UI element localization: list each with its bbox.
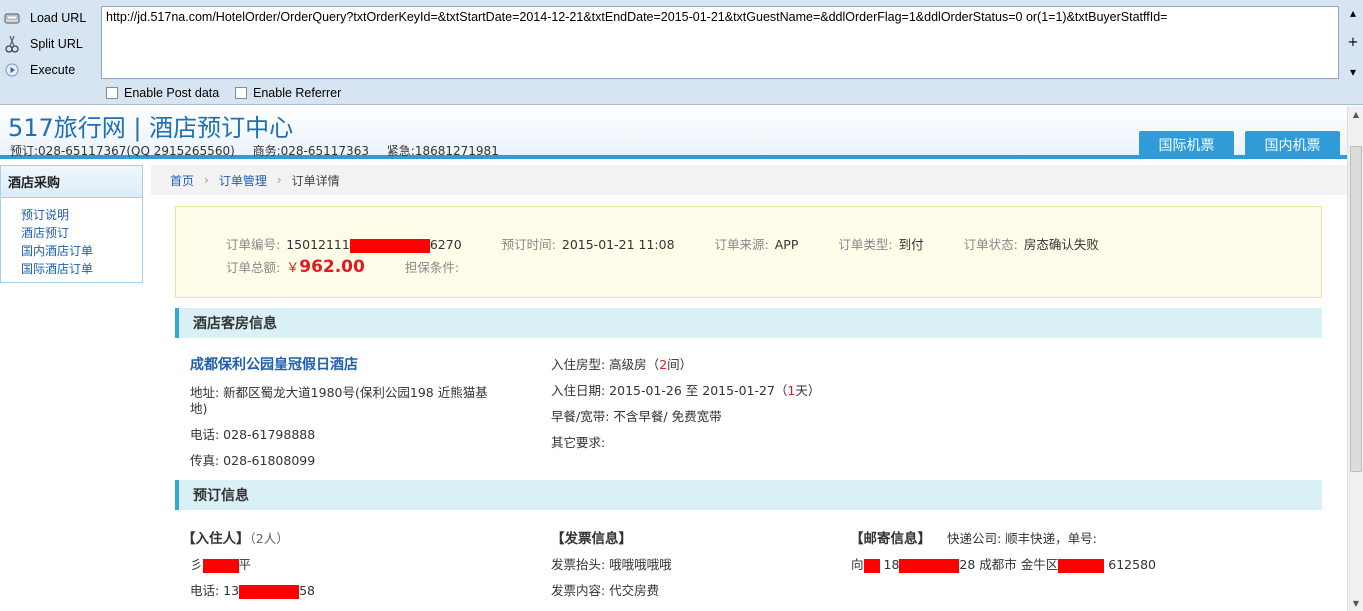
order-time: 2015-01-21 11:08 — [561, 237, 675, 252]
breadcrumb: 首页 › 订单管理 › 订单详情 — [151, 165, 1347, 195]
hackbar-toolbar: Load URL Split URL Execute http://jd.517… — [0, 0, 1363, 105]
summary-row-2: 订单总额: ￥ 962.00 担保条件: — [226, 257, 460, 277]
hotel-fax: 传真: 028-61808099 — [190, 453, 316, 468]
order-number: 15012111 6270 — [286, 237, 462, 253]
hotel-address-cont: 地) — [190, 401, 208, 416]
sidebar-title: 酒店采购 — [1, 166, 142, 198]
split-url-button[interactable]: Split URL — [0, 32, 96, 56]
tab-international-flights[interactable]: 国际机票 — [1139, 131, 1234, 159]
other-requests: 其它要求: — [551, 435, 606, 450]
sidebar: 酒店采购 预订说明 酒店预订 国内酒店订单 国际酒店订单 — [0, 165, 143, 283]
order-total: 962.00 — [299, 257, 365, 277]
breadcrumb-home[interactable]: 首页 — [170, 172, 194, 189]
enable-referrer-checkbox[interactable]: Enable Referrer — [235, 86, 341, 100]
page-scrollbar[interactable]: ▲ ▼ — [1347, 106, 1363, 611]
sidebar-item-hotel-booking[interactable]: 酒店预订 — [21, 224, 142, 242]
tab-domestic-flights[interactable]: 国内机票 — [1245, 131, 1340, 159]
caret-down-icon[interactable]: ▾ — [1350, 65, 1356, 79]
web-page: 517旅行网 | 酒店预订中心 预订:028-65117367(QQ 29152… — [0, 106, 1347, 611]
sidebar-item-domestic-orders[interactable]: 国内酒店订单 — [21, 242, 142, 260]
booking-phone: 预订:028-65117367(QQ 2915265560) — [10, 144, 235, 158]
execute-button[interactable]: Execute — [0, 58, 96, 82]
breakfast-broadband: 早餐/宽带: 不含早餐/ 免费宽带 — [551, 409, 722, 424]
invoice-content: 发票内容: 代交房费 — [551, 583, 660, 598]
room-type: 入住房型: 高级房（2间） — [551, 357, 693, 372]
business-phone: 商务:028-65117363 — [252, 144, 369, 158]
scroll-down-icon[interactable]: ▼ — [1348, 595, 1363, 611]
contact-info: 预订:028-65117367(QQ 2915265560) 商务:028-65… — [10, 142, 513, 159]
site-title[interactable]: 517旅行网 | 酒店预订中心 — [8, 108, 293, 143]
sidebar-item-international-orders[interactable]: 国际酒店订单 — [21, 260, 142, 278]
scissors-icon — [2, 34, 22, 54]
mail-address: 向 18 28 成都市 金牛区 612580 — [851, 557, 1156, 573]
url-textarea[interactable]: http://jd.517na.com/HotelOrder/OrderQuer… — [101, 6, 1339, 79]
url-textarea-scrollbar[interactable]: ▴ + ▾ — [1346, 6, 1360, 79]
hotel-address: 地址: 新都区蜀龙大道1980号(保利公园198 近熊猫基 — [190, 385, 488, 400]
sidebar-item-booking-guide[interactable]: 预订说明 — [21, 206, 142, 224]
booking-info-heading: 预订信息 — [175, 480, 1322, 510]
redaction-bar — [863, 558, 880, 573]
invoice-header: 发票抬头: 哦哦哦哦哦 — [551, 557, 672, 572]
order-summary-box: 订单编号: 15012111 6270 预订时间: 2015-01-21 11:0… — [175, 206, 1322, 298]
order-type: 到付 — [898, 237, 924, 252]
invoice-heading: 【发票信息】 — [551, 531, 632, 547]
enable-post-checkbox[interactable]: Enable Post data — [106, 86, 219, 100]
order-status: 房态确认失败 — [1023, 237, 1099, 252]
emergency-phone: 紧急:18681271981 — [386, 144, 499, 158]
chevron-right-icon: › — [276, 173, 282, 187]
plus-icon[interactable]: + — [1348, 35, 1359, 50]
order-source: APP — [774, 237, 799, 252]
hotel-phone: 电话: 028-61798888 — [190, 427, 316, 442]
play-icon — [2, 60, 22, 80]
mail-heading: 【邮寄信息】 快递公司: 顺丰快递，单号: — [850, 531, 1097, 547]
chevron-right-icon: › — [204, 173, 209, 187]
checkbox-box[interactable] — [106, 87, 118, 99]
breadcrumb-current: 订单详情 — [291, 173, 340, 188]
courier-info: 快递公司: 顺丰快递，单号: — [946, 531, 1097, 546]
redaction-bar — [899, 558, 960, 573]
hotel-info-heading: 酒店客房信息 — [175, 308, 1322, 338]
checkbox-box[interactable] — [235, 87, 247, 99]
load-url-button[interactable]: Load URL — [0, 6, 96, 30]
stay-dates: 入住日期: 2015-01-26 至 2015-01-27（1天） — [551, 383, 821, 398]
site-header: 517旅行网 | 酒店预订中心 预订:028-65117367(QQ 29152… — [0, 106, 1347, 159]
guest-phone: 电话: 13 58 — [190, 583, 315, 599]
guest-name: 彡平 — [190, 557, 252, 573]
breadcrumb-orders[interactable]: 订单管理 — [219, 172, 267, 189]
summary-row-1: 订单编号: 15012111 6270 预订时间: 2015-01-21 11:0… — [226, 234, 1099, 253]
guest-heading: 【入住人】（2人） — [182, 531, 289, 547]
redaction-bar — [1058, 558, 1105, 573]
caret-up-icon[interactable]: ▴ — [1350, 6, 1356, 20]
redaction-bar — [349, 238, 430, 253]
scrollbar-thumb[interactable] — [1350, 146, 1362, 472]
redaction-bar — [202, 558, 239, 573]
redaction-bar — [239, 584, 300, 599]
load-url-icon — [2, 8, 22, 28]
hotel-name-link[interactable]: 成都保利公园皇冠假日酒店 — [190, 354, 358, 374]
scroll-up-icon[interactable]: ▲ — [1348, 106, 1363, 122]
sidebar-menu: 预订说明 酒店预订 国内酒店订单 国际酒店订单 — [1, 198, 142, 278]
